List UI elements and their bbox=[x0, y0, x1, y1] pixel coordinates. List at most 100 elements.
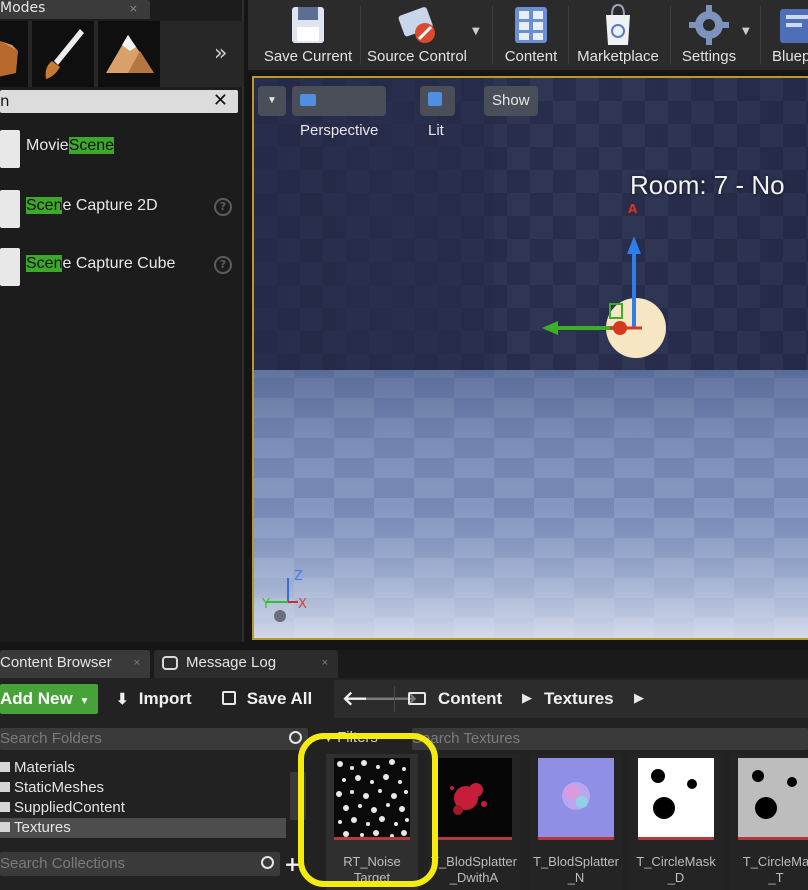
settings-button[interactable]: Settings bbox=[672, 0, 746, 70]
lit-button[interactable]: Lit bbox=[420, 86, 455, 139]
gears-icon bbox=[689, 5, 729, 45]
place-item-label: MovieScene bbox=[26, 137, 115, 154]
perspective-icon bbox=[300, 94, 316, 106]
help-icon[interactable]: ? bbox=[214, 198, 232, 216]
source-control-button[interactable]: Source Control bbox=[362, 0, 472, 70]
asset-tile[interactable]: T_CircleMask _D bbox=[630, 754, 722, 890]
room-label: Room: 7 - No bbox=[630, 170, 785, 200]
annotation-highlight-ring bbox=[298, 733, 438, 887]
toolbar-divider bbox=[360, 6, 361, 64]
content-path-bar: 🡐 🡒 Content ▶ Textures ▶ bbox=[334, 680, 808, 718]
perspective-label: Perspective bbox=[300, 122, 379, 139]
folder-icon bbox=[0, 822, 10, 832]
add-new-button[interactable]: Add New ▼ bbox=[0, 684, 98, 714]
landscape-mode-button[interactable] bbox=[98, 21, 162, 87]
breadcrumb-textures[interactable]: Textures bbox=[544, 680, 614, 718]
toolbar-divider bbox=[760, 6, 761, 64]
floppy-disk-icon bbox=[292, 7, 324, 43]
clear-search-icon[interactable]: ✕ bbox=[213, 90, 228, 112]
place-item-moviescene[interactable]: MovieScene bbox=[0, 122, 240, 176]
search-assets-input[interactable]: Search Textures bbox=[412, 728, 808, 750]
search-folders-placeholder: Search Folders bbox=[0, 730, 102, 747]
asset-type-bar bbox=[638, 837, 714, 840]
lit-label: Lit bbox=[428, 122, 444, 139]
add-new-label: Add New bbox=[0, 689, 73, 708]
paint-mode-button[interactable] bbox=[32, 21, 96, 87]
place-mode-button[interactable] bbox=[0, 21, 30, 87]
settings-dropdown-icon[interactable]: ▼ bbox=[742, 26, 750, 37]
close-icon[interactable]: × bbox=[322, 650, 328, 676]
folder-label: Textures bbox=[14, 819, 71, 836]
place-item-label: Scene Capture 2D bbox=[26, 197, 158, 214]
folder-item-selected[interactable]: Textures bbox=[0, 818, 286, 838]
modes-tab[interactable]: Modes × bbox=[0, 0, 150, 19]
mountain-icon bbox=[106, 35, 154, 73]
content-label: Content bbox=[504, 48, 558, 65]
place-item-scene-capture-2d[interactable]: Scene Capture 2D ? bbox=[0, 182, 240, 236]
toolbar-divider bbox=[568, 6, 569, 64]
settings-label: Settings bbox=[681, 48, 737, 65]
toolbar-divider bbox=[492, 6, 493, 64]
circle-mask-thumbnail bbox=[638, 758, 714, 840]
folder-icon bbox=[0, 782, 10, 792]
folder-label: StaticMeshes bbox=[14, 779, 105, 796]
close-icon[interactable]: × bbox=[129, 0, 138, 17]
x-axis-label: X bbox=[298, 597, 307, 612]
perspective-button[interactable]: Perspective bbox=[292, 86, 387, 139]
save-all-icon bbox=[222, 691, 236, 705]
asset-tile[interactable]: T_CircleMa _T bbox=[730, 754, 808, 890]
search-collections-input[interactable]: Search Collections bbox=[0, 852, 280, 876]
asset-name: T_BlodSplatter _N bbox=[533, 854, 619, 885]
content-button[interactable]: Content bbox=[496, 0, 566, 70]
import-button[interactable]: ⬇ Import bbox=[116, 684, 192, 714]
asset-tile[interactable]: T_BlodSplatter _DwithA bbox=[428, 754, 520, 890]
search-icon bbox=[261, 856, 274, 869]
light-indicator-label: A bbox=[628, 202, 638, 216]
place-search-value: n bbox=[0, 92, 10, 110]
asset-name: T_CircleMask _D bbox=[636, 854, 716, 885]
folder-icon bbox=[0, 762, 10, 772]
place-search-input[interactable]: n ✕ bbox=[0, 90, 238, 113]
show-button[interactable]: Show bbox=[484, 86, 538, 116]
y-axis-label: Y bbox=[261, 597, 270, 612]
folder-item[interactable]: Materials bbox=[0, 758, 286, 778]
path-divider bbox=[394, 686, 395, 712]
asset-tile[interactable]: T_BlodSplatter _N bbox=[530, 754, 622, 890]
brush-icon bbox=[45, 29, 84, 79]
viewport-options-dropdown[interactable]: ▼ bbox=[258, 86, 286, 116]
save-all-label: Save All bbox=[246, 689, 313, 708]
breadcrumb-arrow-icon[interactable]: ▶ bbox=[522, 680, 532, 718]
normal-map-thumbnail bbox=[538, 758, 614, 840]
box-icon bbox=[0, 41, 18, 77]
asset-type-bar bbox=[538, 837, 614, 840]
search-icon bbox=[289, 731, 302, 744]
folder-item[interactable]: SuppliedContent bbox=[0, 798, 286, 818]
mode-toolbar: » bbox=[0, 21, 244, 87]
folder-item[interactable]: StaticMeshes bbox=[0, 778, 286, 798]
breadcrumb-content[interactable]: Content bbox=[438, 680, 502, 718]
toolbar-divider bbox=[670, 6, 671, 64]
help-icon[interactable]: ? bbox=[214, 256, 232, 274]
save-current-label: Save Current bbox=[263, 48, 353, 65]
level-viewport[interactable]: A Z Y X bbox=[252, 76, 808, 640]
folder-label: Materials bbox=[14, 759, 75, 776]
close-icon[interactable]: × bbox=[134, 650, 140, 676]
viewport-scene: A Z Y X bbox=[254, 78, 808, 638]
z-axis-label: Z bbox=[294, 569, 303, 584]
search-folders-input[interactable]: Search Folders bbox=[0, 728, 308, 750]
save-all-button[interactable]: Save All bbox=[222, 684, 312, 714]
content-grid-icon bbox=[515, 7, 547, 43]
place-item-scene-capture-cube[interactable]: Scene Capture Cube ? bbox=[0, 240, 240, 294]
source-control-dropdown-icon[interactable]: ▼ bbox=[472, 26, 480, 37]
breadcrumb-arrow-icon[interactable]: ▶ bbox=[634, 680, 644, 718]
bottom-tab-bar: Content Browser × Message Log × bbox=[0, 650, 808, 678]
source-control-label: Source Control bbox=[366, 48, 468, 65]
tab-content-browser[interactable]: Content Browser × bbox=[0, 650, 150, 678]
marketplace-button[interactable]: Marketplace bbox=[570, 0, 666, 70]
blueprints-button[interactable]: Bluep bbox=[764, 0, 808, 70]
message-log-icon bbox=[162, 656, 178, 670]
asset-type-bar bbox=[436, 837, 512, 840]
save-current-button[interactable]: Save Current bbox=[256, 0, 360, 70]
tab-message-log[interactable]: Message Log × bbox=[154, 650, 338, 678]
more-modes-icon[interactable]: » bbox=[214, 41, 227, 66]
